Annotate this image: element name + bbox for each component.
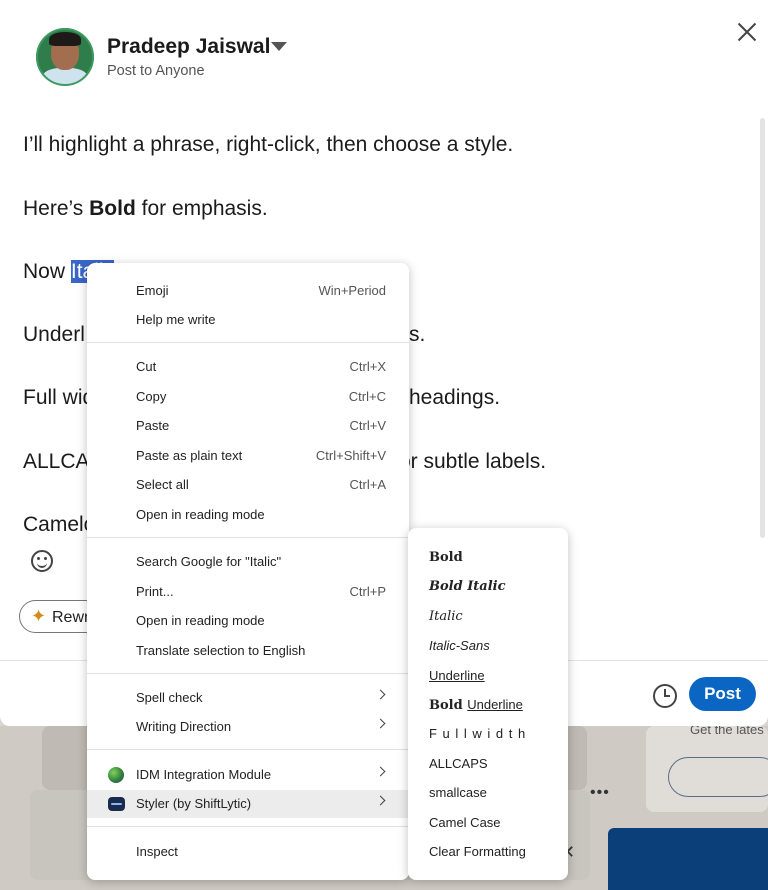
styler-submenu: Bold Bold Italic Italic Italic-Sans Unde… [408, 528, 568, 880]
menu-item-cut[interactable]: Cut Ctrl+X [87, 353, 409, 381]
style-bold[interactable]: Bold [429, 550, 463, 565]
style-clear-formatting[interactable]: Clear Formatting [429, 844, 526, 859]
style-fullwidth[interactable]: F u l l w i d t h [429, 726, 526, 741]
style-allcaps[interactable]: ALLCAPS [429, 756, 488, 771]
chevron-down-icon[interactable] [271, 42, 287, 51]
editor-line[interactable]: Here’s Bold for emphasis. [23, 197, 268, 221]
menu-item-reading-mode-2[interactable]: Open in reading mode [87, 607, 409, 635]
clock-icon[interactable] [653, 684, 677, 708]
context-menu: Emoji Win+Period Help me write Cut Ctrl+X … [87, 263, 409, 880]
menu-separator [87, 673, 409, 674]
menu-item-translate[interactable]: Translate selection to English [87, 637, 409, 665]
menu-item-paste[interactable]: Paste Ctrl+V [87, 412, 409, 440]
menu-item-styler[interactable]: Styler (by ShiftLytic) [87, 790, 409, 818]
editor-line[interactable]: I’ll highlight a phrase, right-click, th… [23, 133, 513, 157]
menu-item-paste-plain[interactable]: Paste as plain text Ctrl+Shift+V [87, 442, 409, 470]
style-smallcase[interactable]: smallcase [429, 785, 487, 800]
sparkle-icon: ✦ [31, 606, 47, 626]
menu-separator [87, 537, 409, 538]
chevron-right-icon [375, 766, 386, 777]
menu-item-help-me-write[interactable]: Help me write [87, 306, 409, 334]
chevron-right-icon [375, 689, 386, 700]
editor-line-tail[interactable]: or subtle labels. [399, 450, 546, 474]
author-name[interactable]: Pradeep Jaiswal [107, 35, 270, 59]
style-bold-italic[interactable]: Bold Italic [429, 579, 506, 594]
more-icon: ••• [590, 784, 610, 801]
emoji-icon[interactable] [31, 550, 53, 572]
background-pill-button [668, 757, 768, 797]
style-italic-sans[interactable]: Italic-Sans [429, 638, 490, 653]
menu-item-select-all[interactable]: Select all Ctrl+A [87, 471, 409, 499]
menu-item-spell-check[interactable]: Spell check [87, 684, 409, 712]
menu-separator [87, 826, 409, 827]
selected-text: It [70, 260, 83, 283]
editor-line[interactable]: Underl [23, 323, 85, 347]
menu-item-idm[interactable]: IDM Integration Module [87, 761, 409, 789]
close-icon[interactable] [735, 20, 759, 44]
editor-line[interactable]: Camelc [23, 513, 94, 531]
menu-item-print[interactable]: Print... Ctrl+P [87, 578, 409, 606]
menu-item-emoji[interactable]: Emoji Win+Period [87, 277, 409, 305]
background-banner [608, 828, 768, 890]
style-underline[interactable]: Underline [429, 668, 485, 683]
menu-item-reading-mode[interactable]: Open in reading mode [87, 501, 409, 529]
audience-label[interactable]: Post to Anyone [107, 63, 205, 79]
idm-icon [108, 767, 124, 783]
menu-separator [87, 342, 409, 343]
chevron-right-icon [375, 718, 386, 729]
style-italic[interactable]: Italic [429, 609, 463, 624]
style-camel-case[interactable]: Camel Case [429, 815, 501, 830]
menu-item-writing-direction[interactable]: Writing Direction [87, 713, 409, 741]
editor-line-tail[interactable]: headings. [409, 386, 500, 410]
editor-line[interactable]: Full wid [23, 386, 94, 410]
menu-item-inspect[interactable]: Inspect [87, 838, 409, 866]
styler-icon [108, 797, 125, 811]
menu-item-copy[interactable]: Copy Ctrl+C [87, 383, 409, 411]
menu-separator [87, 749, 409, 750]
avatar [36, 28, 94, 86]
editor-line-tail[interactable]: s. [409, 323, 425, 347]
style-bold-underline[interactable]: Bold Underline [429, 697, 523, 713]
menu-item-search-google[interactable]: Search Google for "Italic" [87, 548, 409, 576]
scrollbar[interactable] [760, 118, 765, 538]
post-button[interactable]: Post [689, 677, 756, 711]
chevron-right-icon [375, 795, 386, 806]
